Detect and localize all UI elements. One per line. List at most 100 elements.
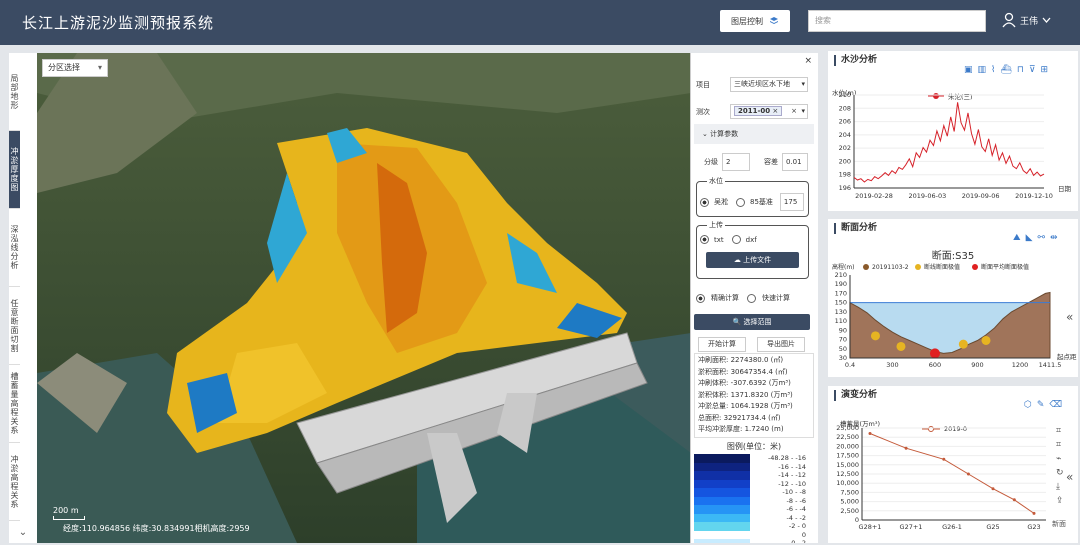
collapse-arrow-icon[interactable]: « <box>1066 310 1073 324</box>
close-icon[interactable]: × <box>791 105 797 118</box>
legend-marker <box>972 264 978 270</box>
scale-label: 200 m <box>53 506 79 515</box>
water-level-input[interactable]: 175 <box>779 193 804 211</box>
radio-85[interactable] <box>736 197 745 207</box>
legend-swatch <box>694 539 750 543</box>
legend-swatch <box>694 471 750 480</box>
legend-marker <box>928 426 934 432</box>
radio-fast[interactable] <box>747 293 756 303</box>
grade-input[interactable]: 2 <box>722 153 750 171</box>
crop-alt-icon[interactable]: ⌗ <box>1056 440 1064 450</box>
map-view[interactable]: 分区选择 ▾ 200 m 经度:110.964856 纬度:30.834991相机… <box>37 53 691 543</box>
data-point <box>904 446 908 450</box>
area-icon[interactable]: ◣ <box>1026 233 1033 243</box>
nav-item-4[interactable]: 槽蓄量高程关系 <box>9 365 20 443</box>
image-icon[interactable]: ▣ <box>964 65 973 75</box>
legend-swatch <box>694 513 750 522</box>
export-image-button[interactable]: 导出图片 <box>757 337 805 352</box>
close-icon[interactable]: × <box>772 107 778 115</box>
profile-icon[interactable]: ⛰ <box>1013 233 1021 243</box>
bar-chart-icon[interactable]: ▥ <box>978 65 987 75</box>
series-line <box>853 102 1045 183</box>
legend-row: -4 - -2 <box>694 513 814 522</box>
section-title: 断面分析 <box>834 223 877 234</box>
nav-item-3[interactable]: 任意断面切割 <box>9 287 20 365</box>
section-marker <box>870 331 880 341</box>
tolerance-label: 容差 <box>764 158 778 166</box>
project-label: 项目 <box>696 80 710 89</box>
legend-row: 0 <box>694 530 814 539</box>
stat-row: 冲刷体积: -307.6392 (万m³) <box>698 378 810 390</box>
download-icon[interactable]: ⤓ <box>1056 482 1064 492</box>
legend-label: 0 <box>801 530 806 539</box>
section-toolbar: ⛰ ◣ ⚯ ⇹ <box>1013 233 1058 243</box>
link-icon[interactable]: ⚯ <box>1037 233 1045 243</box>
close-icon[interactable]: × <box>804 56 812 66</box>
stat-value: 30647354.4 (㎡) <box>728 367 788 376</box>
line-chart-icon[interactable]: ⌇ <box>991 65 995 75</box>
stat-key: 淤积面积: <box>698 367 729 376</box>
share-icon[interactable]: ⇪ <box>1056 496 1064 506</box>
times-tag-label: 2011-00 <box>738 107 771 115</box>
grade-label: 分级 <box>704 158 718 166</box>
filter-icon[interactable]: ⊽ <box>1029 65 1036 75</box>
upload-file-button[interactable]: ☁ 上传文件 <box>706 252 799 268</box>
radio-85-label: 85基准 <box>750 198 773 206</box>
ship-icon[interactable]: ⛴ <box>1000 65 1011 75</box>
table-icon[interactable]: ⊞ <box>1041 65 1049 75</box>
y-tick-label: 210 <box>835 271 847 279</box>
search-input[interactable]: 搜索 <box>808 10 986 32</box>
legend-row: -14 - -12 <box>694 471 814 480</box>
nav-item-1[interactable]: 冲淤厚度图 <box>9 131 20 209</box>
times-select[interactable]: 2011-00 × × ▾ <box>730 104 808 119</box>
legend-label: -14 - -12 <box>778 471 806 480</box>
collapse-arrow-icon-2[interactable]: « <box>1066 470 1073 484</box>
scale-bar: 200 m <box>53 506 85 520</box>
select-range-button[interactable]: 🔍 选择范围 <box>694 314 810 330</box>
calc-params-header[interactable]: ⌄ 计算参数 <box>694 124 814 144</box>
pen-icon[interactable]: ✎ <box>1037 400 1045 410</box>
nav-item-0[interactable]: 局部地形 <box>9 53 20 131</box>
trend-icon[interactable]: ⌁ <box>1056 454 1064 464</box>
crop-icon[interactable]: ⌗ <box>1056 426 1064 436</box>
x-tick-label: G26-1 <box>942 523 962 531</box>
radio-txt-label: txt <box>714 235 724 244</box>
map-canvas[interactable] <box>37 53 691 543</box>
bridge-icon[interactable]: ⊓ <box>1017 65 1024 75</box>
nav-item-5[interactable]: 冲淤高程关系 <box>9 443 20 521</box>
refresh-icon[interactable]: ↻ <box>1056 468 1064 478</box>
eraser-icon[interactable]: ⌫ <box>1049 400 1062 410</box>
stat-row: 淤积面积: 30647354.4 (㎡) <box>698 367 810 379</box>
user-menu[interactable]: 王伟 <box>1002 12 1051 28</box>
y-tick-label: 150 <box>835 299 847 307</box>
new-section-label: 新面 <box>1052 520 1066 528</box>
nav-item-2[interactable]: 深泓线分析 <box>9 209 20 287</box>
stat-value: 1371.8320 (万m³) <box>728 390 793 399</box>
upload-title: 上传 <box>707 220 725 230</box>
y-tick-label: 210 <box>839 91 851 99</box>
data-point <box>991 487 995 491</box>
legend-rows: -48.28 - -16 -16 - -14 -14 - -12 -12 - -10-… <box>694 454 814 543</box>
legend-label: -10 - -8 <box>782 488 806 497</box>
radio-wusong[interactable] <box>700 197 709 207</box>
compare-icon[interactable]: ⇹ <box>1050 233 1058 243</box>
y-tick-label: 206 <box>839 118 851 126</box>
y-tick-label: 20,000 <box>836 442 859 450</box>
radio-precise[interactable] <box>696 293 705 303</box>
x-tick-label: 2019-06-03 <box>908 192 946 200</box>
stat-row: 平均冲淤厚度: 1.7240 (m) <box>698 424 810 436</box>
radio-dxf[interactable] <box>731 235 741 244</box>
radio-txt[interactable] <box>700 235 709 244</box>
start-calc-button[interactable]: 开始计算 <box>698 337 746 352</box>
nav-scroll-down-icon[interactable]: ⌄ <box>9 521 37 543</box>
tolerance-input[interactable]: 0.01 <box>782 153 808 171</box>
zone-select[interactable]: 分区选择 ▾ <box>42 59 108 77</box>
project-select[interactable]: 三峡近坝区水下地 ▾ <box>730 77 808 92</box>
chevron-down-icon: ▾ <box>97 63 102 72</box>
project-value: 三峡近坝区水下地 <box>734 80 790 88</box>
stat-row: 淤积体积: 1371.8320 (万m³) <box>698 390 810 402</box>
header-bar: 长江上游泥沙监测预报系统 图层控制 搜索 王伟 <box>0 0 1080 45</box>
layer-control-button[interactable]: 图层控制 <box>720 10 790 32</box>
cube-icon[interactable]: ⬡ <box>1024 400 1032 410</box>
x-axis-label: 日期 <box>1058 185 1072 193</box>
